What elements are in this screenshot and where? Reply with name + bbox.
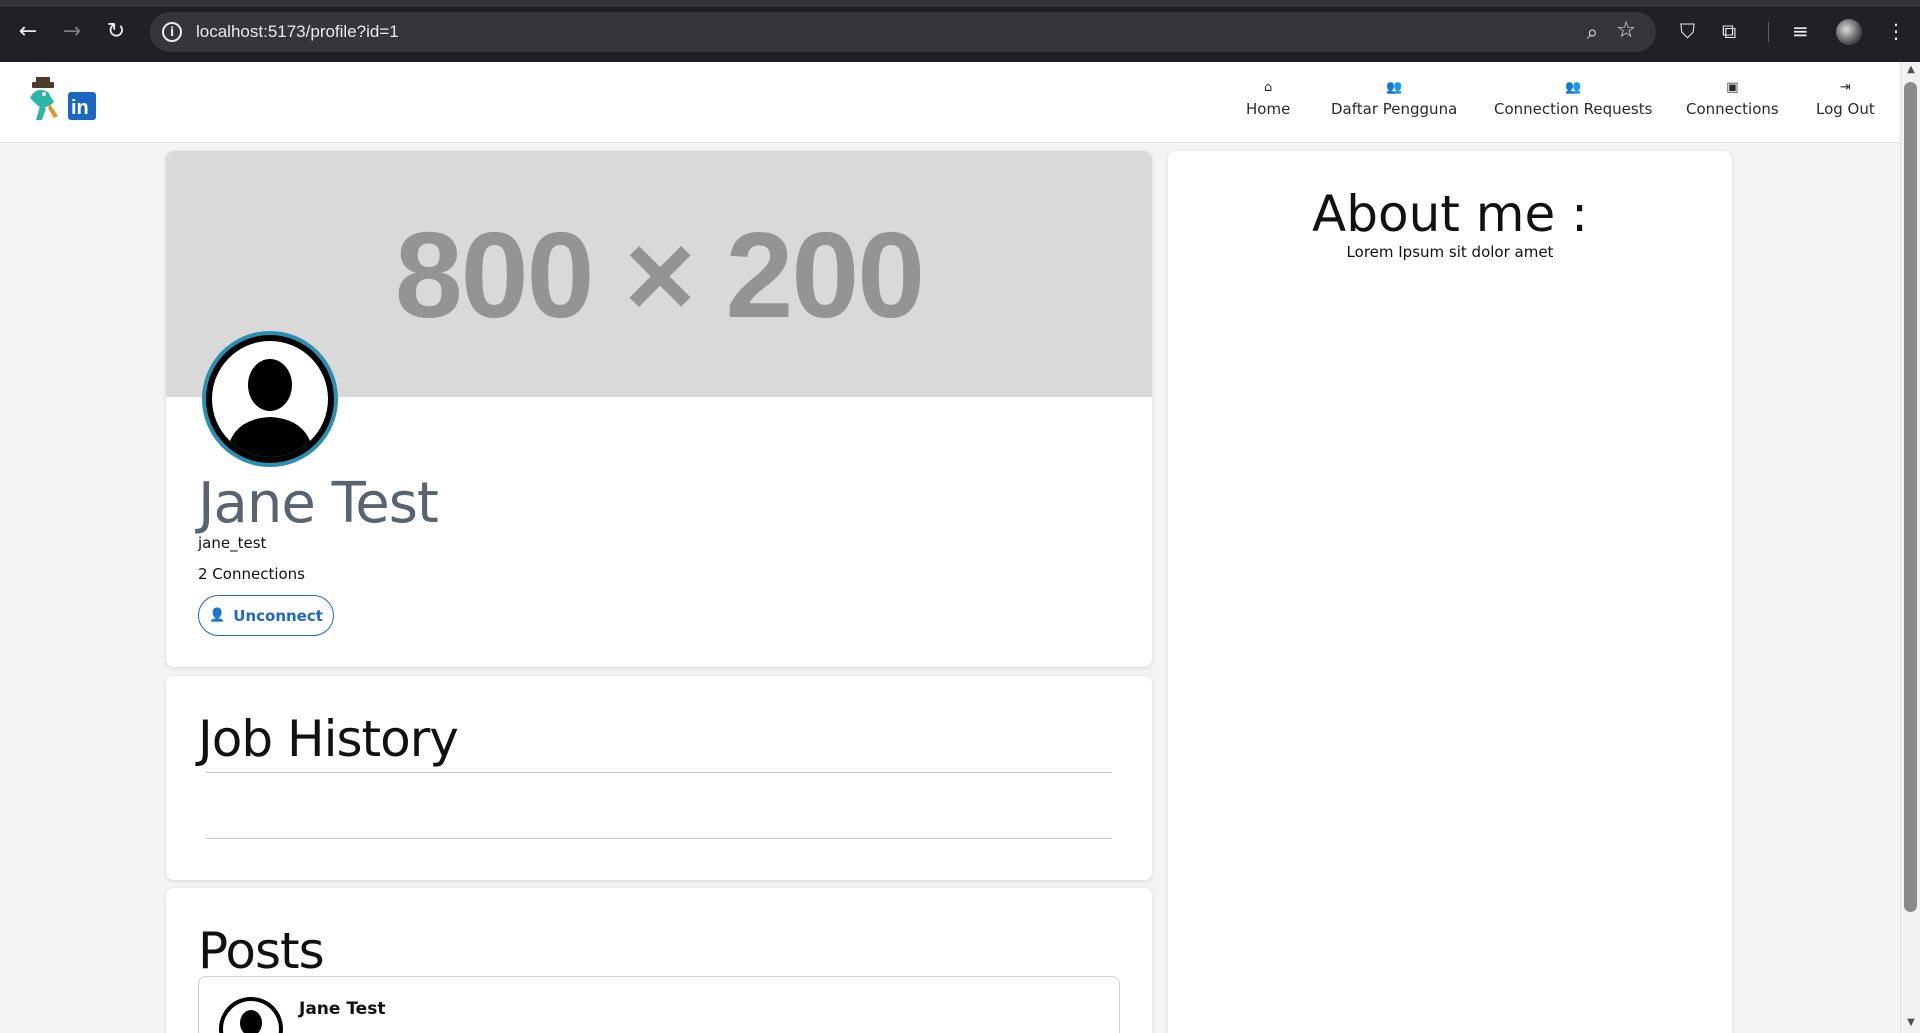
nav-daftar-pengguna[interactable]: 👥 Daftar Pengguna bbox=[1331, 80, 1457, 118]
page-scrollbar[interactable]: ▲ ▼ bbox=[1900, 62, 1920, 1033]
nav-connections[interactable]: ▣ Connections bbox=[1686, 80, 1779, 118]
about-card: About me : Lorem Ipsum sit dolor amet bbox=[1168, 151, 1732, 1033]
url-text[interactable]: localhost:5173/profile?id=1 bbox=[196, 22, 399, 42]
scroll-down-arrow-icon[interactable]: ▼ bbox=[1901, 1017, 1920, 1031]
nav-connection-requests[interactable]: 👥 Connection Requests bbox=[1494, 80, 1652, 118]
app-logo[interactable]: in bbox=[24, 76, 100, 126]
job-history-card: Job History bbox=[166, 676, 1152, 880]
profile-name: Jane Test bbox=[198, 471, 439, 536]
app-navbar: in ⌂ Home 👥 Daftar Pengguna 👥 Connection… bbox=[0, 62, 1900, 143]
sign-out-icon: ⇥ bbox=[1839, 80, 1851, 95]
briefcase-icon: ▣ bbox=[1726, 80, 1739, 95]
browser-toolbar: ← → ↻ i localhost:5173/profile?id=1 ⌕ ☆ … bbox=[0, 0, 1920, 62]
divider bbox=[206, 838, 1112, 839]
nav-connections-label: Connections bbox=[1686, 100, 1779, 118]
scrollbar-thumb[interactable] bbox=[1904, 82, 1917, 912]
user-friends-icon: 👥 bbox=[1565, 80, 1582, 95]
arrow-left-icon[interactable]: ← bbox=[14, 18, 42, 46]
svg-text:in: in bbox=[71, 97, 89, 119]
profile-card: 800 × 200 Jane Test jane_test 2 Connecti… bbox=[166, 151, 1152, 667]
extensions-puzzle-icon[interactable]: ⧉ bbox=[1722, 18, 1736, 44]
home-icon: ⌂ bbox=[1264, 80, 1273, 95]
reload-icon[interactable]: ↻ bbox=[102, 18, 130, 46]
zoom-icon[interactable]: ⌕ bbox=[1587, 20, 1598, 44]
media-queue-icon[interactable]: ≡ bbox=[1792, 18, 1809, 44]
person-silhouette-icon bbox=[240, 1010, 262, 1033]
post-avatar bbox=[219, 997, 283, 1033]
banner-placeholder-text: 800 × 200 bbox=[394, 207, 925, 343]
bookmark-star-icon[interactable]: ☆ bbox=[1616, 18, 1636, 43]
scroll-up-arrow-icon[interactable]: ▲ bbox=[1901, 64, 1920, 78]
kebab-menu-icon[interactable]: ⋮ bbox=[1886, 18, 1906, 44]
about-text: Lorem Ipsum sit dolor amet bbox=[1346, 243, 1554, 261]
arrow-right-icon[interactable]: → bbox=[58, 18, 86, 46]
profile-username: jane_test bbox=[198, 534, 267, 552]
connections-count[interactable]: 2 Connections bbox=[198, 565, 305, 583]
nav-connection-requests-label: Connection Requests bbox=[1494, 100, 1653, 118]
nav-log-out-label: Log Out bbox=[1816, 100, 1875, 118]
toolbar-divider bbox=[1768, 22, 1769, 42]
nav-daftar-pengguna-label: Daftar Pengguna bbox=[1331, 100, 1458, 118]
posts-title: Posts bbox=[198, 922, 325, 980]
posts-card: Posts Jane Test bbox=[166, 888, 1152, 1033]
unconnect-label: Unconnect bbox=[233, 606, 323, 625]
user-remove-icon: 👤 bbox=[209, 608, 226, 623]
shield-extension-icon[interactable]: ⛉ bbox=[1680, 18, 1695, 44]
about-title: About me : bbox=[1312, 185, 1588, 243]
profile-avatar bbox=[202, 331, 338, 467]
tab-strip bbox=[0, 0, 1920, 7]
post-author[interactable]: Jane Test bbox=[299, 999, 385, 1019]
job-history-title: Job History bbox=[198, 710, 459, 768]
divider bbox=[206, 772, 1112, 773]
nav-home-label: Home bbox=[1246, 100, 1291, 118]
nav-log-out[interactable]: ⇥ Log Out bbox=[1816, 80, 1875, 118]
browser-profile-avatar[interactable] bbox=[1836, 19, 1862, 45]
nav-home[interactable]: ⌂ Home bbox=[1246, 80, 1290, 118]
users-icon: 👥 bbox=[1386, 80, 1403, 95]
address-bar[interactable]: i localhost:5173/profile?id=1 ⌕ ☆ bbox=[150, 12, 1656, 52]
post-item[interactable]: Jane Test bbox=[198, 976, 1120, 1033]
unconnect-button[interactable]: 👤 Unconnect bbox=[198, 595, 334, 636]
site-info-icon[interactable]: i bbox=[162, 22, 182, 42]
person-silhouette-icon bbox=[226, 359, 314, 457]
